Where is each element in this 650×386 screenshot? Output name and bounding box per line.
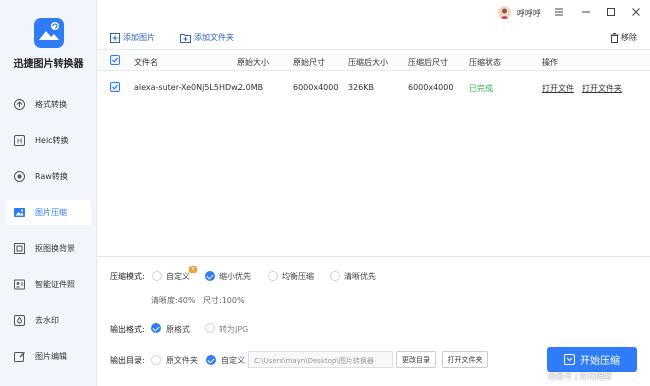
sidebar-item-watermark-remove[interactable]: 去水印	[6, 308, 91, 333]
remove-button[interactable]: 移除	[610, 32, 637, 43]
close-icon[interactable]	[630, 6, 642, 18]
clarity-value: 清晰度:40%	[151, 296, 196, 305]
sidebar-item-image-compress[interactable]: 图片压缩	[6, 200, 91, 225]
sidebar-item-label: 图片压缩	[35, 208, 67, 217]
column-header-orig-dim: 原始尺寸	[293, 58, 325, 67]
add-image-button[interactable]: 添加图片	[110, 32, 155, 43]
watermark-text: 网易号 | 职场隔壁	[548, 372, 612, 381]
compress-mode-label: 压缩模式:	[110, 272, 145, 281]
remove-label: 移除	[621, 33, 637, 42]
radio-balanced[interactable]	[268, 271, 278, 281]
raw-icon	[13, 170, 26, 183]
sidebar: 迅捷图片转换器 格式转换 H Heic转换 Raw转换 图片压缩 抠图换背景 智…	[0, 0, 97, 386]
username[interactable]: 呼呼呼	[517, 8, 541, 19]
add-image-icon	[110, 32, 120, 43]
sidebar-item-label: 图片编辑	[35, 352, 67, 361]
output-format-label: 输出格式:	[110, 325, 145, 334]
avatar[interactable]	[498, 6, 511, 19]
file-name: alexa-suter-Xe0Nj5L5HDw...	[134, 83, 245, 92]
sidebar-item-format-convert[interactable]: 格式转换	[6, 92, 91, 117]
table-header: 文件名 原始大小 原始尺寸 压缩后大小 压缩后尺寸 压缩状态 操作	[97, 49, 650, 71]
output-dir-label: 输出目录:	[110, 356, 145, 365]
start-compress-button[interactable]: 开始压缩	[547, 347, 637, 372]
trash-icon	[610, 32, 619, 43]
add-folder-label: 添加文件夹	[194, 33, 234, 42]
heic-icon: H	[13, 134, 26, 147]
radio-shrink-first-label[interactable]: 缩小优先	[219, 271, 251, 282]
add-folder-button[interactable]: 添加文件夹	[180, 32, 234, 43]
compress-icon	[564, 354, 575, 365]
radio-clarity-first[interactable]	[330, 271, 340, 281]
sidebar-item-heic[interactable]: H Heic转换	[6, 128, 91, 153]
add-image-label: 添加图片	[123, 33, 155, 42]
format-convert-icon	[13, 98, 26, 111]
vip-badge: V	[189, 266, 197, 273]
open-file-link[interactable]: 打开文件	[542, 83, 574, 94]
add-folder-icon	[180, 33, 191, 43]
image-edit-icon	[13, 350, 26, 363]
column-header-action: 操作	[542, 58, 558, 67]
sidebar-item-label: 格式转换	[35, 100, 67, 109]
column-header-orig-size: 原始大小	[237, 58, 269, 67]
column-header-status: 压缩状态	[469, 58, 501, 67]
sidebar-item-label: 智能证件照	[35, 280, 75, 289]
radio-custom-dir-label[interactable]: 自定义	[221, 355, 245, 366]
id-photo-icon	[13, 278, 26, 291]
radio-original-folder-label[interactable]: 原文件夹	[166, 355, 198, 366]
output-path-field[interactable]: C:\Users\mayn\Desktop\图片转换器	[248, 351, 393, 368]
new-dim: 6000x4000	[408, 83, 454, 92]
sidebar-item-cutout[interactable]: 抠图换背景	[6, 236, 91, 261]
sidebar-item-image-edit[interactable]: 图片编辑	[6, 344, 91, 369]
column-header-filename: 文件名	[134, 58, 158, 67]
change-dir-button[interactable]: 更改目录	[396, 351, 436, 368]
sidebar-item-label: 抠图换背景	[35, 244, 75, 253]
image-compress-icon	[13, 206, 26, 219]
select-all-checkbox[interactable]	[110, 55, 120, 65]
minimize-icon[interactable]	[580, 6, 592, 18]
sidebar-item-label: Raw转换	[35, 172, 68, 181]
radio-custom[interactable]	[152, 271, 162, 281]
row-checkbox[interactable]	[110, 82, 120, 92]
maximize-icon[interactable]	[605, 6, 617, 18]
size-value: 尺寸:100%	[203, 296, 245, 305]
radio-custom-label[interactable]: 自定义	[166, 271, 190, 282]
column-header-new-dim: 压缩后尺寸	[408, 58, 448, 67]
divider	[97, 256, 650, 257]
app-logo	[34, 18, 64, 48]
sidebar-nav: 格式转换 H Heic转换 Raw转换 图片压缩 抠图换背景 智能证件照 去水印…	[6, 92, 91, 380]
radio-balanced-label[interactable]: 均衡压缩	[282, 271, 314, 282]
orig-size: 2.0MB	[238, 83, 264, 92]
new-size: 326KB	[348, 83, 375, 92]
open-folder-link[interactable]: 打开文件夹	[582, 83, 622, 94]
radio-to-jpg-label[interactable]: 转为JPG	[219, 324, 248, 335]
orig-dim: 6000x4000	[293, 83, 339, 92]
radio-shrink-first[interactable]	[205, 271, 215, 281]
radio-custom-dir[interactable]	[206, 355, 216, 365]
start-compress-label: 开始压缩	[580, 356, 620, 367]
radio-original-format[interactable]	[151, 323, 161, 333]
watermark-remove-icon	[13, 314, 26, 327]
svg-text:H: H	[17, 138, 22, 146]
radio-original-format-label[interactable]: 原格式	[166, 324, 190, 335]
radio-original-folder[interactable]	[151, 355, 161, 365]
open-folder-button[interactable]: 打开文件夹	[442, 351, 488, 368]
table-row[interactable]: alexa-suter-Xe0Nj5L5HDw... 2.0MB 6000x40…	[97, 74, 650, 101]
sidebar-item-label: 去水印	[35, 316, 59, 325]
menu-icon[interactable]	[553, 6, 565, 18]
sidebar-item-raw[interactable]: Raw转换	[6, 164, 91, 189]
column-header-new-size: 压缩后大小	[348, 58, 388, 67]
sidebar-item-id-photo[interactable]: 智能证件照	[6, 272, 91, 297]
status-badge: 已完成	[469, 84, 493, 93]
radio-to-jpg[interactable]	[205, 323, 215, 333]
sidebar-item-label: Heic转换	[35, 136, 69, 145]
radio-clarity-first-label[interactable]: 清晰优先	[344, 271, 376, 282]
app-name: 迅捷图片转换器	[13, 59, 84, 70]
cutout-icon	[13, 242, 26, 255]
